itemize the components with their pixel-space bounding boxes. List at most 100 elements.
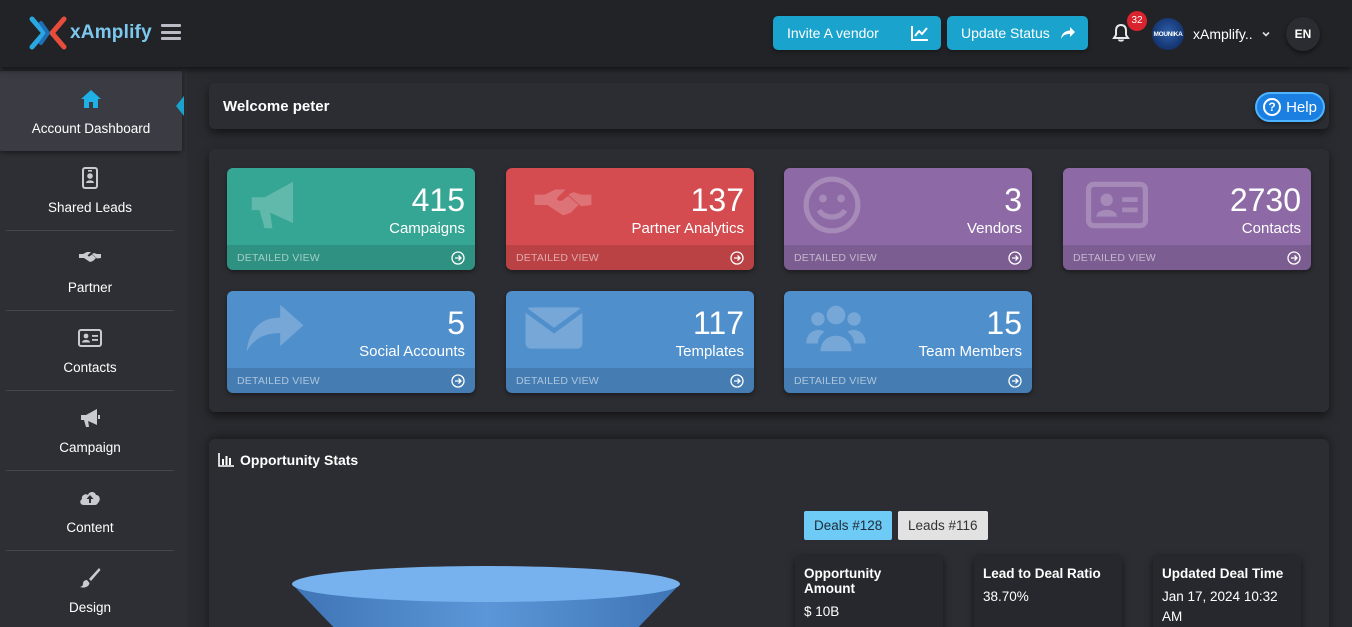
- sidebar-item-design[interactable]: Design: [6, 551, 174, 627]
- stat-count: 5: [447, 305, 465, 341]
- user-menu[interactable]: MOUNIKA xAmplify..: [1152, 15, 1271, 53]
- stat-count: 137: [690, 182, 744, 218]
- stat-title: Contacts: [1241, 220, 1301, 237]
- detailed-view-label: DETAILED VIEW: [516, 374, 599, 387]
- users-icon: [806, 305, 866, 352]
- address-card-icon: [78, 329, 102, 347]
- stat-count: 415: [411, 182, 465, 218]
- stats-panel: 415 Campaigns DETAILED VIEW 137 Partner …: [209, 149, 1329, 412]
- stat-card-team-members[interactable]: 15 Team Members DETAILED VIEW: [784, 291, 1032, 393]
- arrow-circle-right-icon: [1008, 250, 1022, 265]
- detailed-view-label: DETAILED VIEW: [794, 374, 877, 387]
- handshake-icon: [534, 189, 592, 216]
- address-card-icon: [1086, 181, 1148, 229]
- stat-card-campaigns[interactable]: 415 Campaigns DETAILED VIEW: [227, 168, 475, 270]
- metric-label: Opportunity Amount: [804, 566, 882, 596]
- question-circle-icon: ?: [1263, 98, 1282, 116]
- invite-vendor-button[interactable]: Invite A vendor: [773, 16, 941, 50]
- detailed-view-link[interactable]: DETAILED VIEW: [227, 368, 475, 393]
- stat-title: Social Accounts: [359, 343, 465, 360]
- sidebar-item-contacts[interactable]: Contacts: [6, 311, 174, 391]
- stat-title: Partner Analytics: [631, 220, 744, 237]
- share-icon: [246, 304, 304, 352]
- sidebar-item-campaign[interactable]: Campaign: [6, 391, 174, 471]
- sidebar-item-label: Design: [68, 600, 112, 615]
- metric-opportunity-amount: Opportunity Amount $ 10B: [795, 556, 943, 627]
- detailed-view-label: DETAILED VIEW: [237, 374, 320, 387]
- arrow-circle-right-icon: [730, 250, 744, 265]
- stat-card-partner-analytics[interactable]: 137 Partner Analytics DETAILED VIEW: [506, 168, 754, 270]
- arrow-circle-right-icon: [1008, 373, 1022, 388]
- stat-count: 2730: [1229, 182, 1301, 218]
- logo-text: xAmplify: [70, 22, 152, 43]
- detailed-view-link[interactable]: DETAILED VIEW: [784, 245, 1032, 270]
- detailed-view-link[interactable]: DETAILED VIEW: [1063, 245, 1311, 270]
- active-indicator: [176, 96, 184, 116]
- sidebar-item-shared-leads[interactable]: Shared Leads: [6, 151, 174, 231]
- stat-card-contacts[interactable]: 2730 Contacts DETAILED VIEW: [1063, 168, 1311, 270]
- detailed-view-link[interactable]: DETAILED VIEW: [784, 368, 1032, 393]
- sidebar-item-partner[interactable]: Partner: [6, 231, 174, 311]
- detailed-view-label: DETAILED VIEW: [516, 251, 599, 264]
- metric-updated-deal-time: Updated Deal Time Jan 17, 2024 10:32 AM: [1153, 556, 1301, 627]
- smile-icon: [803, 176, 861, 234]
- sidebar-item-account-dashboard[interactable]: Account Dashboard: [0, 71, 182, 151]
- arrow-circle-right-icon: [451, 250, 465, 265]
- user-name: xAmplify..: [1193, 26, 1253, 42]
- funnel-top: [292, 566, 680, 602]
- language-selector[interactable]: EN: [1286, 17, 1320, 51]
- sidebar-item-label: Contacts: [63, 360, 117, 375]
- stat-count: 117: [692, 305, 744, 341]
- arrow-circle-right-icon: [451, 373, 465, 388]
- stat-count: 3: [1004, 182, 1022, 218]
- metric-lead-to-deal-ratio: Lead to Deal Ratio 38.70%: [974, 556, 1122, 627]
- bar-chart-icon: [218, 453, 234, 467]
- sidebar-item-label: Shared Leads: [47, 200, 133, 215]
- stat-count: 15: [986, 305, 1022, 341]
- detailed-view-link[interactable]: DETAILED VIEW: [227, 245, 475, 270]
- sidebar-item-label: Content: [66, 520, 114, 535]
- welcome-panel: Welcome peter ? Help: [209, 83, 1329, 129]
- id-badge-icon: [82, 167, 98, 189]
- home-icon: [81, 89, 101, 108]
- metric-label: Updated Deal Time: [1162, 566, 1284, 581]
- envelope-icon: [524, 307, 584, 349]
- stat-title: Team Members: [918, 343, 1022, 360]
- detailed-view-link[interactable]: DETAILED VIEW: [506, 368, 754, 393]
- metric-value: $ 10B: [804, 604, 840, 619]
- megaphone-icon: [81, 409, 100, 427]
- stat-card-templates[interactable]: 117 Templates DETAILED VIEW: [506, 291, 754, 393]
- detailed-view-label: DETAILED VIEW: [237, 251, 320, 264]
- handshake-icon: [79, 252, 101, 262]
- stat-card-vendors[interactable]: 3 Vendors DETAILED VIEW: [784, 168, 1032, 270]
- chevron-down-icon: [1262, 31, 1270, 37]
- top-header: xAmplify Invite A vendor Update Status 3…: [0, 0, 1352, 67]
- paintbrush-icon: [80, 568, 101, 588]
- metric-value: Jan 17, 2024 10:32 AM: [1162, 589, 1278, 624]
- help-button[interactable]: ? Help: [1255, 92, 1325, 122]
- detailed-view-link[interactable]: DETAILED VIEW: [506, 245, 754, 270]
- line-chart-icon: [911, 26, 928, 41]
- sidebar-item-content[interactable]: Content: [6, 471, 174, 551]
- update-status-button[interactable]: Update Status: [947, 16, 1088, 50]
- funnel-chart: [292, 566, 680, 627]
- share-arrow-icon: [1061, 27, 1075, 39]
- sidebar: Account Dashboard Shared Leads Partner C…: [0, 67, 187, 627]
- tab-leads[interactable]: Leads #116: [898, 511, 988, 540]
- notification-count-badge: 32: [1127, 11, 1147, 31]
- stat-card-social-accounts[interactable]: 5 Social Accounts DETAILED VIEW: [227, 291, 475, 393]
- megaphone-icon: [251, 181, 294, 229]
- sidebar-item-label: Account Dashboard: [31, 120, 151, 136]
- avatar: MOUNIKA: [1152, 18, 1184, 50]
- stat-title: Campaigns: [389, 220, 465, 237]
- arrow-circle-right-icon: [1287, 250, 1301, 265]
- help-label: Help: [1286, 98, 1317, 116]
- app-logo[interactable]: xAmplify: [28, 12, 152, 54]
- stat-title: Vendors: [966, 220, 1022, 237]
- tab-deals[interactable]: Deals #128: [804, 511, 893, 540]
- sidebar-item-label: Campaign: [59, 440, 121, 455]
- opportunity-title-text: Opportunity Stats: [240, 452, 359, 468]
- menu-toggle-icon[interactable]: [161, 24, 181, 40]
- arrow-circle-right-icon: [730, 373, 744, 388]
- invite-vendor-label: Invite A vendor: [787, 25, 879, 41]
